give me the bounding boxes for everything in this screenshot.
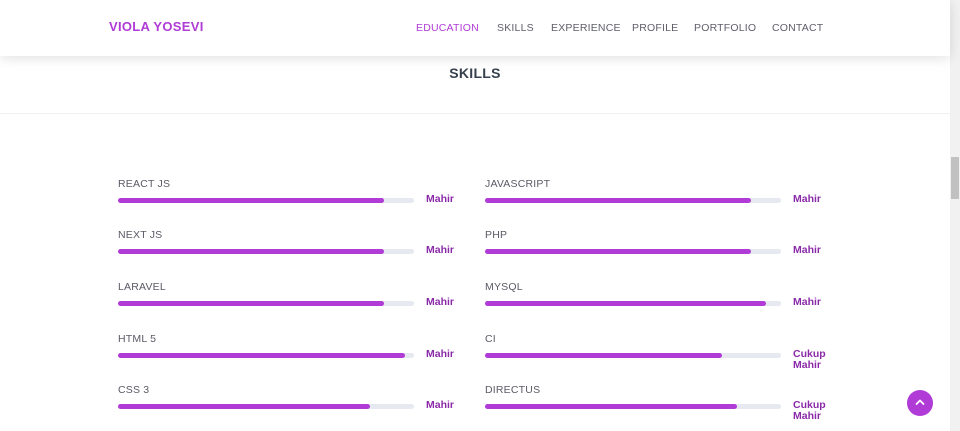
skill-progress-track	[118, 353, 414, 358]
skill-level: Mahir	[426, 399, 455, 411]
skill-progress-track	[118, 404, 414, 409]
skill-level: Mahir	[426, 193, 455, 205]
skill-progress-track	[118, 198, 414, 203]
skill-progress-track	[485, 249, 781, 254]
skill-item: MYSQL Mahir	[485, 281, 830, 329]
skill-name: CI	[485, 333, 496, 345]
skill-progress-track	[485, 404, 781, 409]
skill-name: MYSQL	[485, 281, 523, 293]
skill-progress-fill	[118, 249, 385, 254]
skill-level: Mahir	[426, 348, 455, 360]
skill-level: Mahir	[793, 296, 822, 308]
skill-name: HTML 5	[118, 333, 157, 345]
skill-progress-track	[118, 301, 414, 306]
scrollbar-thumb[interactable]	[951, 157, 959, 199]
skill-name: NEXT JS	[118, 229, 163, 241]
skill-name: DIRECTUS	[485, 384, 541, 396]
nav-education[interactable]: EDUCATION	[416, 22, 479, 34]
skill-level: Mahir	[793, 244, 822, 256]
nav-portfolio[interactable]: PORTFOLIO	[694, 22, 756, 34]
back-to-top-button[interactable]	[907, 390, 933, 416]
skill-progress-fill	[118, 404, 370, 409]
navbar: VIOLA YOSEVI EDUCATION SKILLS EXPERIENCE…	[0, 0, 950, 56]
skill-item: PHP Mahir	[485, 229, 830, 277]
skill-progress-fill	[485, 249, 752, 254]
nav-profile[interactable]: PROFILE	[632, 22, 678, 34]
skill-progress-track	[485, 353, 781, 358]
skill-progress-fill	[485, 353, 722, 358]
skill-level: Mahir	[426, 296, 455, 308]
skill-item: JAVASCRIPT Mahir	[485, 178, 830, 226]
nav-experience[interactable]: EXPERIENCE	[551, 22, 621, 34]
page-scrollbar[interactable]	[950, 0, 960, 431]
skill-item: CSS 3 Mahir	[118, 384, 463, 431]
skill-item: NEXT JS Mahir	[118, 229, 463, 277]
chevron-up-icon	[914, 396, 926, 411]
main-nav: EDUCATION SKILLS EXPERIENCE PROFILE PORT…	[0, 22, 950, 36]
skill-progress-fill	[118, 353, 406, 358]
skill-name: PHP	[485, 229, 508, 241]
skill-name: CSS 3	[118, 384, 150, 396]
skill-item: HTML 5 Mahir	[118, 333, 463, 381]
skill-level: Cukup Mahir	[793, 399, 826, 422]
skill-progress-fill	[118, 198, 385, 203]
nav-skills[interactable]: SKILLS	[497, 22, 534, 34]
skill-progress-track	[485, 301, 781, 306]
skill-item: DIRECTUS Cukup Mahir	[485, 384, 830, 431]
skill-progress-fill	[118, 301, 385, 306]
skill-item: CI Cukup Mahir	[485, 333, 830, 381]
skill-level: Mahir	[426, 244, 455, 256]
skill-progress-fill	[485, 198, 752, 203]
section-title: SKILLS	[449, 65, 501, 81]
skill-item: LARAVEL Mahir	[118, 281, 463, 329]
skill-level: Cukup Mahir	[793, 348, 826, 371]
skill-item: REACT JS Mahir	[118, 178, 463, 226]
skill-progress-track	[118, 249, 414, 254]
skill-name: LARAVEL	[118, 281, 166, 293]
skill-name: JAVASCRIPT	[485, 178, 551, 190]
skill-progress-fill	[485, 301, 767, 306]
skill-name: REACT JS	[118, 178, 171, 190]
section-divider	[0, 113, 950, 114]
skill-progress-track	[485, 198, 781, 203]
skill-progress-fill	[485, 404, 737, 409]
nav-contact[interactable]: CONTACT	[772, 22, 823, 34]
skill-level: Mahir	[793, 193, 822, 205]
